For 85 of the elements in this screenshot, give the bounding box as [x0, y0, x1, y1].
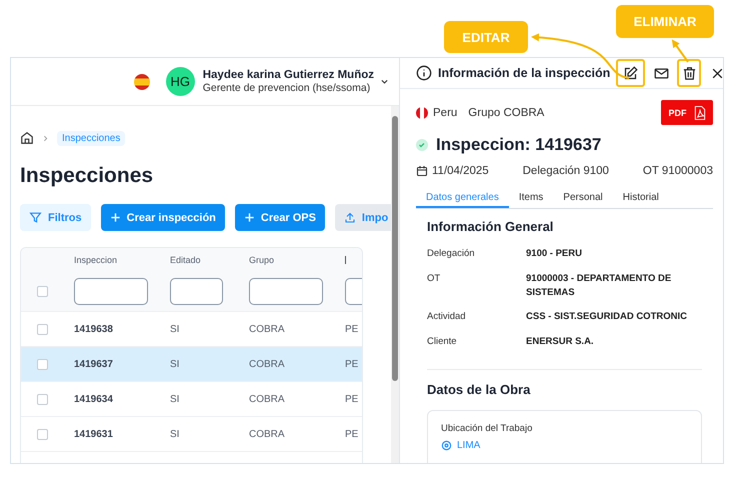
panel-title: Información de la inspección — [438, 66, 610, 80]
edit-button[interactable] — [616, 59, 646, 87]
checkbox[interactable] — [37, 358, 48, 370]
filter-field[interactable] — [249, 278, 323, 305]
pencil-square-icon — [623, 66, 638, 80]
card-label: Ubicación del Trabajo — [441, 422, 534, 434]
field-value: 91000003 - DEPARTAMENTO DE SISTEMAS — [526, 272, 672, 300]
ot-label: OT 91000003 — [642, 165, 713, 177]
table-cell: COBRA — [249, 358, 285, 370]
scrollbar[interactable] — [391, 106, 399, 463]
checkbox[interactable] — [37, 286, 48, 297]
column-header[interactable]: Editado — [160, 255, 239, 265]
create-button[interactable]: Crear inspección — [100, 204, 225, 231]
peru-flag-icon — [416, 106, 428, 118]
tab[interactable]: Historial — [612, 191, 669, 208]
envelope-icon — [654, 66, 669, 80]
tab[interactable]: Personal — [553, 191, 613, 208]
chevron-down-icon[interactable] — [380, 77, 389, 86]
checkbox[interactable] — [37, 324, 48, 334]
location-link[interactable]: LIMA — [457, 440, 480, 451]
field-label: Cliente — [427, 336, 458, 348]
table-cell: 1419637 — [74, 358, 113, 370]
table-cell: SI — [170, 358, 180, 370]
field-label: Delegación — [427, 248, 476, 259]
user-avatar: HG — [166, 67, 195, 96]
create-button[interactable]: Crear OPS — [234, 204, 325, 231]
table-cell: COBRA — [249, 394, 285, 404]
table-cell: COBRA — [249, 428, 285, 440]
spain-flag-icon — [134, 74, 150, 90]
upload-icon — [344, 212, 356, 224]
field-label: OT — [427, 272, 442, 284]
column-divider — [345, 256, 346, 264]
section-title: Datos de la Obra — [427, 382, 532, 397]
table-cell: COBRA — [249, 324, 285, 334]
table-cell: PE — [345, 428, 358, 440]
tab[interactable]: Datos generales — [416, 191, 509, 208]
checkbox[interactable] — [37, 394, 48, 404]
section-title: Información General — [427, 219, 554, 234]
table-cell: PE — [345, 358, 358, 370]
location-pin-icon — [441, 440, 452, 451]
trash-icon — [682, 66, 697, 80]
plus-icon — [244, 212, 255, 223]
pdf-file-icon — [694, 106, 706, 120]
callout-label: EDITAR — [444, 21, 528, 53]
breadcrumb-link[interactable]: Inspecciones — [57, 130, 126, 146]
checkbox[interactable] — [37, 428, 48, 440]
group-label: Grupo COBRA — [468, 106, 544, 118]
home-icon[interactable] — [20, 131, 34, 145]
plus-icon — [110, 212, 121, 223]
table-cell: 1419638 — [74, 324, 113, 334]
callout-arrow — [672, 39, 689, 63]
field-value: ENERSUR S.A. — [526, 335, 595, 349]
table-cell: SI — [170, 428, 180, 440]
filter-field[interactable] — [170, 278, 223, 305]
table-cell: PE — [345, 394, 358, 404]
field-value: CSS - SIST.SEGURIDAD COTRONIC — [526, 310, 688, 324]
calendar-icon — [416, 165, 428, 177]
pdf-button[interactable]: PDF — [661, 100, 713, 125]
inspection-heading: Inspeccion: 1419637 — [436, 135, 602, 155]
field-label: Actividad — [427, 311, 467, 322]
field-value: 9100 - PERU — [526, 247, 583, 261]
delete-button[interactable] — [677, 59, 702, 87]
user-role: Gerente de prevencion (hse/ssoma) — [202, 82, 372, 94]
delegation-label: Delegación 9100 — [522, 165, 609, 177]
info-icon — [416, 65, 432, 81]
close-icon — [710, 66, 723, 80]
column-header[interactable]: Grupo — [239, 255, 335, 265]
table-cell: SI — [170, 394, 180, 404]
table-cell: 1419631 — [74, 428, 113, 440]
chevron-right-icon — [42, 134, 49, 142]
filter-field[interactable] — [74, 278, 148, 305]
filter-button[interactable]: Filtros — [20, 204, 91, 231]
filter-icon — [29, 211, 42, 224]
table-row[interactable]: 1419637 SI COBRA PE — [21, 347, 362, 382]
user-name: Haydee karina Gutierrez Muñoz — [202, 69, 374, 81]
inspection-date: 11/04/2025 — [432, 165, 489, 177]
table-cell: 1419634 — [74, 394, 113, 404]
page-title: Inspecciones — [20, 164, 154, 188]
callout-label: ELIMINAR — [616, 5, 714, 38]
table-cell: SI — [170, 324, 180, 334]
column-header[interactable]: Inspeccion — [64, 255, 160, 265]
check-circle-icon — [416, 139, 428, 151]
table-cell: PE — [345, 324, 358, 334]
country-label: Peru — [433, 106, 458, 118]
tab[interactable]: Items — [508, 191, 554, 208]
